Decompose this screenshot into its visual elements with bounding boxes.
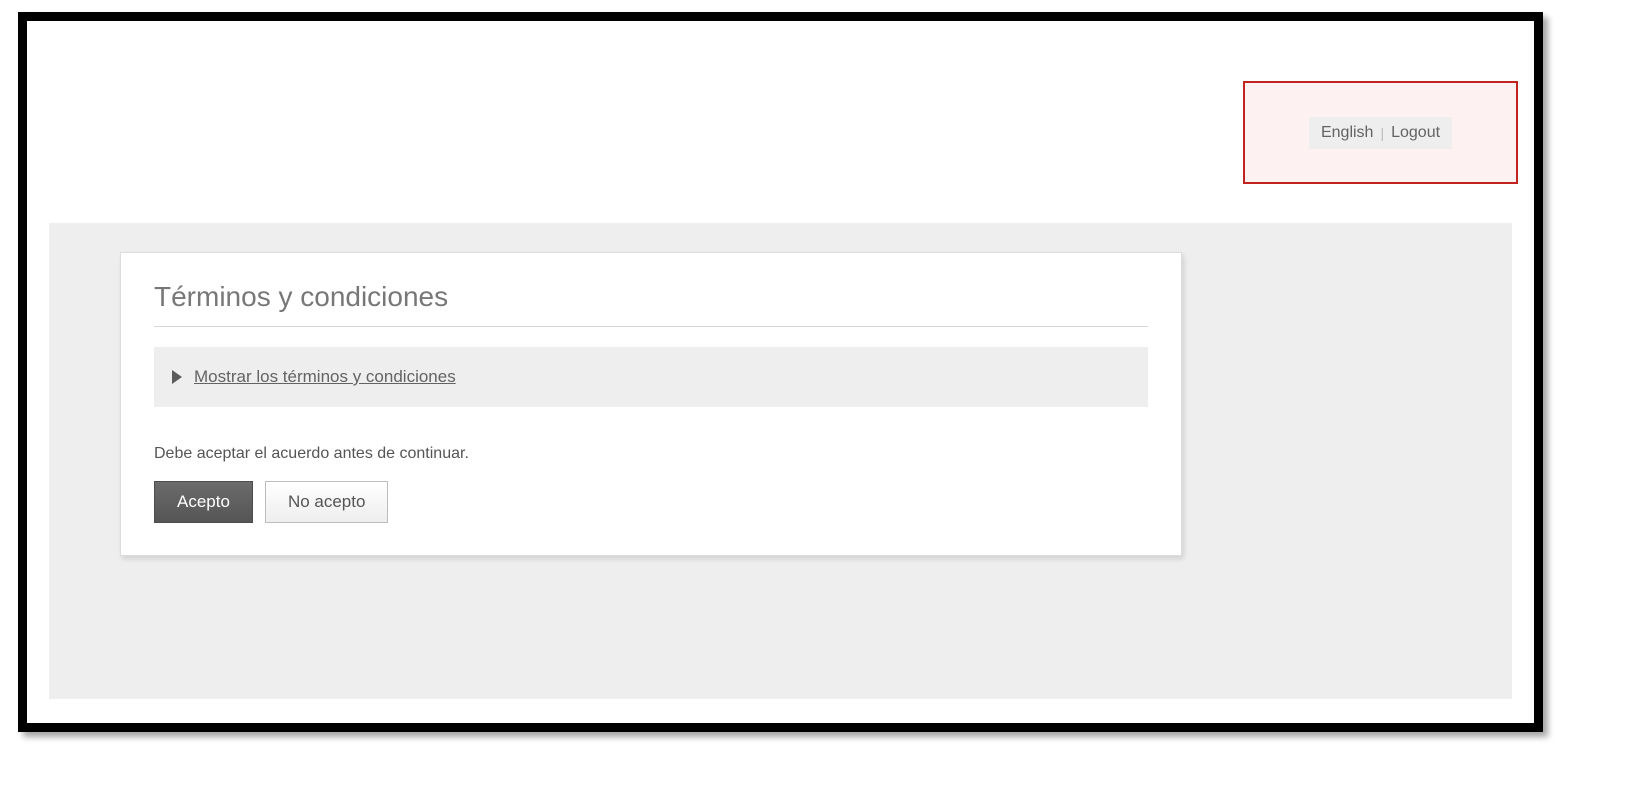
page-title: Términos y condiciones (154, 281, 1148, 327)
decline-button[interactable]: No acepto (265, 481, 389, 523)
terms-card: Términos y condiciones Mostrar los térmi… (120, 252, 1182, 556)
expand-terms-link[interactable]: Mostrar los términos y condiciones (194, 367, 456, 387)
language-link[interactable]: English (1321, 124, 1373, 142)
app-window: English | Logout Términos y condiciones … (27, 21, 1534, 723)
expand-terms-bar[interactable]: Mostrar los términos y condiciones (154, 347, 1148, 407)
accept-button[interactable]: Acepto (154, 481, 253, 523)
separator: | (1380, 125, 1384, 141)
action-buttons: Acepto No acepto (154, 481, 1148, 523)
header-actions: English | Logout (1309, 117, 1452, 149)
app-window-frame: English | Logout Términos y condiciones … (18, 12, 1543, 732)
logout-link[interactable]: Logout (1391, 124, 1440, 142)
content-area: Términos y condiciones Mostrar los térmi… (49, 223, 1512, 699)
chevron-right-icon (172, 370, 182, 384)
language-logout-highlight: English | Logout (1243, 81, 1518, 184)
instruction-text: Debe aceptar el acuerdo antes de continu… (154, 445, 1148, 463)
